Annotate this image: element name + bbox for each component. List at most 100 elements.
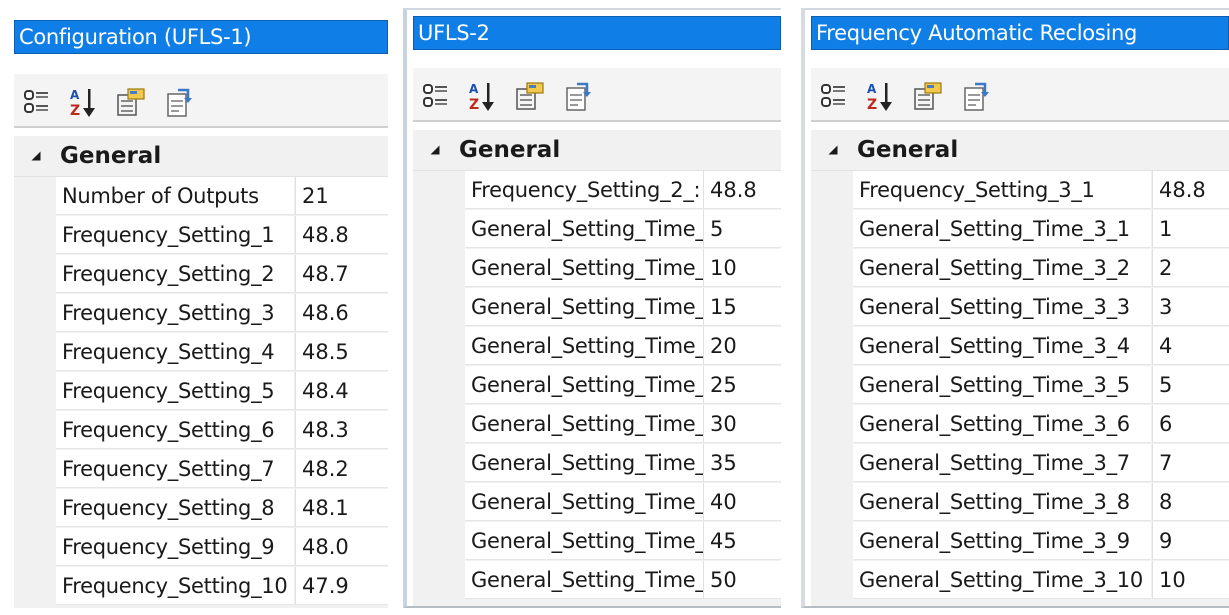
property-row[interactable]: General_Setting_Time_3_6 6	[811, 405, 1229, 444]
property-name: Number of Outputs	[56, 177, 294, 215]
property-row[interactable]: General_Setting_Time_ 50	[413, 561, 781, 600]
property-row[interactable]: General_Setting_Time_3_9 9	[811, 522, 1229, 561]
property-value[interactable]: 48.8	[703, 171, 781, 209]
property-value[interactable]: 6	[1152, 405, 1229, 443]
property-row[interactable]: General_Setting_Time_ 30	[413, 405, 781, 444]
property-value[interactable]: 48.8	[1152, 171, 1229, 209]
property-name: Frequency_Setting_10	[56, 567, 294, 605]
property-value[interactable]: 7	[1152, 444, 1229, 482]
property-grid: General Number of Outputs 21 Frequency_Se…	[14, 136, 388, 608]
property-value[interactable]: 4	[1152, 327, 1229, 365]
property-value[interactable]: 8	[1152, 483, 1229, 521]
property-row[interactable]: General_Setting_Time_ 5	[413, 210, 781, 249]
property-row[interactable]: Frequency_Setting_9 48.0	[14, 528, 388, 567]
category-general[interactable]: General	[811, 130, 1229, 171]
collapse-arrow-icon[interactable]	[430, 145, 440, 155]
property-value[interactable]: 47.9	[295, 567, 388, 605]
property-row[interactable]: General_Setting_Time_ 40	[413, 483, 781, 522]
property-row[interactable]: General_Setting_Time_3_7 7	[811, 444, 1229, 483]
alphabetical-sort-icon[interactable]	[68, 86, 98, 118]
property-value[interactable]: 1	[1152, 210, 1229, 248]
property-row[interactable]: General_Setting_Time_3_4 4	[811, 327, 1229, 366]
property-value[interactable]: 21	[295, 177, 388, 215]
property-value[interactable]: 10	[703, 249, 781, 287]
collapse-arrow-icon[interactable]	[828, 145, 838, 155]
property-row[interactable]: General_Setting_Time_ 10	[413, 249, 781, 288]
categorized-icon[interactable]	[819, 80, 849, 112]
property-value[interactable]: 48.5	[295, 333, 388, 371]
property-row[interactable]: Frequency_Setting_5 48.4	[14, 372, 388, 411]
property-value[interactable]: 50	[703, 561, 781, 599]
property-value[interactable]: 48.2	[295, 450, 388, 488]
property-row[interactable]: General_Setting_Time_3_3 3	[811, 288, 1229, 327]
property-row[interactable]: General_Setting_Time_3_1 1	[811, 210, 1229, 249]
property-toolbar	[14, 74, 388, 128]
property-value[interactable]: 48.6	[295, 294, 388, 332]
property-value[interactable]: 9	[1152, 522, 1229, 560]
property-row[interactable]: Number of Outputs 21	[14, 177, 388, 216]
property-value[interactable]: 3	[1152, 288, 1229, 326]
categorized-icon[interactable]	[22, 86, 52, 118]
property-value[interactable]: 35	[703, 444, 781, 482]
property-row[interactable]: General_Setting_Time_ 35	[413, 444, 781, 483]
property-row[interactable]: General_Setting_Time_3_2 2	[811, 249, 1229, 288]
property-value[interactable]: 20	[703, 327, 781, 365]
property-pages-icon[interactable]	[913, 80, 943, 112]
property-name: General_Setting_Time_	[465, 444, 703, 482]
property-row[interactable]: Frequency_Setting_3 48.6	[14, 294, 388, 333]
alphabetical-sort-icon[interactable]	[865, 80, 895, 112]
property-grid: General Frequency_Setting_2_: 48.8 Genera…	[413, 130, 781, 606]
property-value[interactable]: 45	[703, 522, 781, 560]
property-value[interactable]: 5	[703, 210, 781, 248]
property-value[interactable]: 5	[1152, 366, 1229, 404]
export-icon[interactable]	[563, 80, 593, 112]
property-name: General_Setting_Time_3_9	[853, 522, 1151, 560]
property-row[interactable]: Frequency_Setting_2 48.7	[14, 255, 388, 294]
property-row[interactable]: Frequency_Setting_6 48.3	[14, 411, 388, 450]
property-row[interactable]: General_Setting_Time_3_5 5	[811, 366, 1229, 405]
panel-title-bar[interactable]: Configuration (UFLS-1)	[14, 20, 388, 54]
property-row[interactable]: Frequency_Setting_3_1 48.8	[811, 171, 1229, 210]
property-grid: General Frequency_Setting_3_1 48.8 Genera…	[811, 130, 1229, 606]
property-value[interactable]: 25	[703, 366, 781, 404]
property-row[interactable]: Frequency_Setting_8 48.1	[14, 489, 388, 528]
property-row[interactable]: Frequency_Setting_10 47.9	[14, 567, 388, 606]
property-row[interactable]: General_Setting_Time_3_10 10	[811, 561, 1229, 600]
property-row[interactable]: Frequency_Setting_1 48.8	[14, 216, 388, 255]
property-row[interactable]: General_Setting_Time_ 25	[413, 366, 781, 405]
property-row[interactable]: General_Setting_Time_3_8 8	[811, 483, 1229, 522]
collapse-arrow-icon[interactable]	[31, 151, 41, 161]
property-row[interactable]: Frequency_Setting_7 48.2	[14, 450, 388, 489]
property-value[interactable]: 2	[1152, 249, 1229, 287]
export-icon[interactable]	[164, 86, 194, 118]
property-row[interactable]: General_Setting_Time_ 45	[413, 522, 781, 561]
property-value[interactable]: 48.7	[295, 255, 388, 293]
categorized-icon[interactable]	[421, 80, 451, 112]
category-general[interactable]: General	[14, 136, 388, 177]
panel-title-bar[interactable]: UFLS-2	[413, 16, 781, 50]
property-pages-icon[interactable]	[515, 80, 545, 112]
property-value[interactable]: 40	[703, 483, 781, 521]
property-name: General_Setting_Time_	[465, 483, 703, 521]
property-name: General_Setting_Time_	[465, 249, 703, 287]
alphabetical-sort-icon[interactable]	[467, 80, 497, 112]
property-value[interactable]: 10	[1152, 561, 1229, 599]
panel-title-bar[interactable]: Frequency Automatic Reclosing	[811, 16, 1229, 50]
property-name: General_Setting_Time_3_2	[853, 249, 1151, 287]
property-toolbar	[413, 68, 781, 122]
property-value[interactable]: 48.8	[295, 216, 388, 254]
property-name: Frequency_Setting_5	[56, 372, 294, 410]
property-value[interactable]: 48.3	[295, 411, 388, 449]
category-general[interactable]: General	[413, 130, 781, 171]
property-value[interactable]: 48.1	[295, 489, 388, 527]
export-icon[interactable]	[961, 80, 991, 112]
property-row[interactable]: Frequency_Setting_2_: 48.8	[413, 171, 781, 210]
property-row[interactable]: General_Setting_Time_ 20	[413, 327, 781, 366]
property-value[interactable]: 30	[703, 405, 781, 443]
property-row[interactable]: General_Setting_Time_ 15	[413, 288, 781, 327]
property-pages-icon[interactable]	[116, 86, 146, 118]
property-value[interactable]: 48.4	[295, 372, 388, 410]
property-value[interactable]: 48.0	[295, 528, 388, 566]
property-row[interactable]: Frequency_Setting_4 48.5	[14, 333, 388, 372]
property-value[interactable]: 15	[703, 288, 781, 326]
